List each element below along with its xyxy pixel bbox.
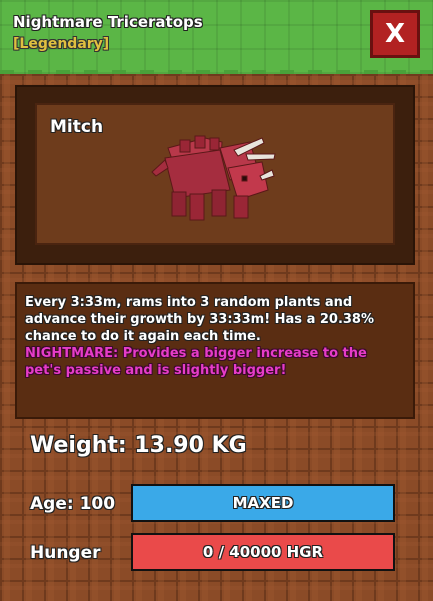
hunger-label: Hunger xyxy=(30,543,101,563)
age-bar-text: MAXED xyxy=(232,494,294,512)
description-panel: Every 3:33m, rams into 3 random plants a… xyxy=(15,282,415,419)
nightmare-description: NIGHTMARE: Provides a bigger increase to… xyxy=(25,346,367,378)
weight-stat: Weight: 13.90 KG xyxy=(30,433,247,458)
rarity-label: [Legendary] xyxy=(13,36,110,52)
passive-description: Every 3:33m, rams into 3 random plants a… xyxy=(25,295,375,344)
close-button[interactable]: X xyxy=(370,10,420,58)
close-icon: X xyxy=(384,19,406,49)
age-bar: MAXED xyxy=(131,484,395,522)
age-label: Age: 100 xyxy=(30,494,116,514)
pet-type-title: Nightmare Triceratops xyxy=(13,13,203,31)
hunger-bar-text: 0 / 40000 HGR xyxy=(202,543,324,561)
triceratops-pet-icon xyxy=(151,135,276,221)
hunger-bar: 0 / 40000 HGR xyxy=(131,533,395,571)
pet-name: Mitch xyxy=(50,117,104,137)
